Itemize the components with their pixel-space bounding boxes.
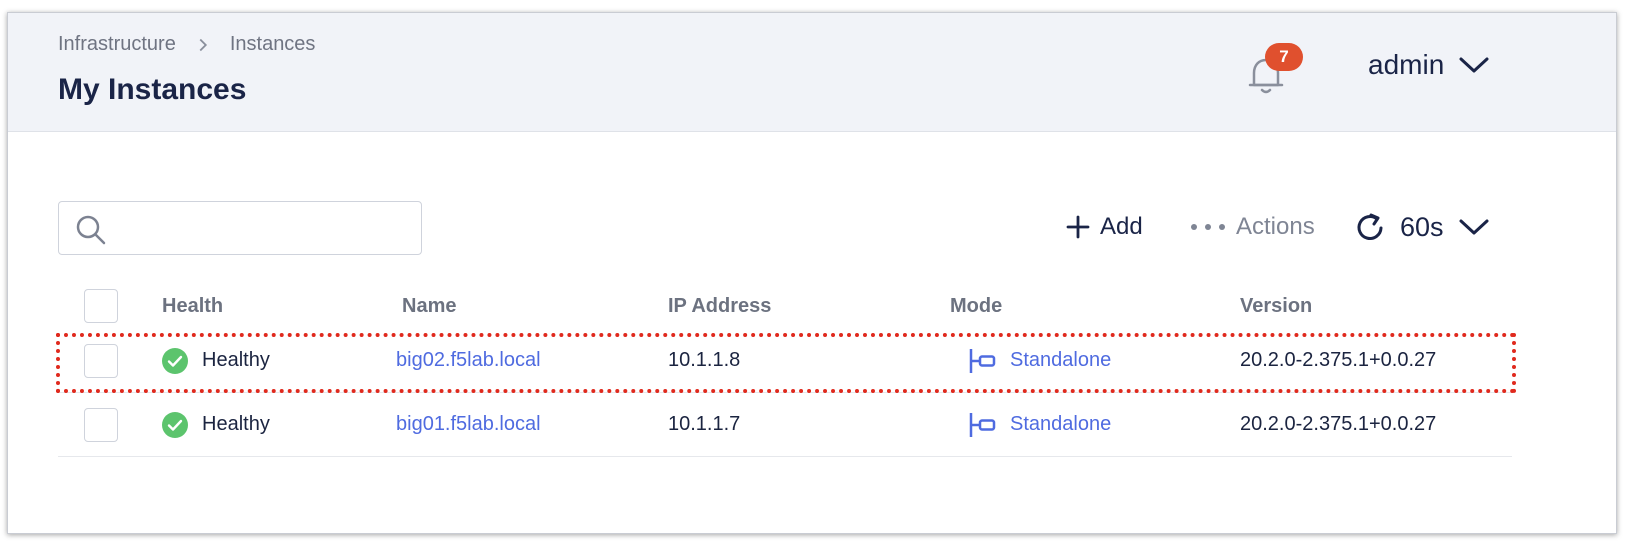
chevron-down-icon	[1459, 219, 1489, 235]
check-circle-icon	[162, 347, 188, 374]
health-status: Healthy	[162, 411, 396, 438]
ip-address: 10.1.1.8	[668, 349, 741, 371]
column-header-mode[interactable]: Mode	[950, 283, 1240, 329]
page-header: Infrastructure Instances My Instances 7 …	[8, 13, 1616, 132]
column-header-health[interactable]: Health	[162, 283, 396, 329]
page-title: My Instances	[58, 73, 247, 106]
instance-name-link[interactable]: big02.f5lab.local	[396, 349, 541, 371]
refresh-interval-value: 60s	[1400, 211, 1444, 242]
table-header-row: Health Name IP Address Mode Version	[58, 283, 1512, 329]
breadcrumb-infrastructure[interactable]: Infrastructure	[58, 33, 176, 56]
column-header-ip[interactable]: IP Address	[668, 283, 950, 329]
search-box[interactable]	[58, 201, 422, 255]
instance-name-link[interactable]: big01.f5lab.local	[396, 413, 541, 435]
health-label: Healthy	[202, 413, 270, 435]
breadcrumb-instances: Instances	[229, 33, 316, 55]
column-header-name[interactable]: Name	[396, 283, 668, 329]
search-icon	[76, 215, 106, 245]
row-checkbox[interactable]	[84, 343, 118, 378]
more-dots-icon	[1191, 224, 1225, 230]
standalone-icon	[969, 412, 996, 437]
breadcrumb: Infrastructure Instances	[58, 33, 315, 56]
actions-button[interactable]: Actions	[1190, 213, 1315, 241]
version: 20.2.0-2.375.1+0.0.27	[1240, 413, 1437, 435]
app-window: Infrastructure Instances My Instances 7 …	[7, 12, 1617, 534]
instances-table: Health Name IP Address Mode Version Heal…	[58, 283, 1512, 457]
add-button[interactable]: Add	[1066, 213, 1143, 241]
notification-badge[interactable]: 7	[1265, 43, 1303, 71]
version: 20.2.0-2.375.1+0.0.27	[1240, 349, 1437, 371]
refresh-icon	[1357, 213, 1383, 240]
user-menu[interactable]: admin	[1368, 49, 1490, 81]
column-header-version[interactable]: Version	[1240, 283, 1512, 329]
table-row[interactable]: Healthy big01.f5lab.local 10.1.1.7 Stand…	[58, 393, 1512, 457]
ip-address: 10.1.1.7	[668, 413, 741, 435]
plus-icon	[1066, 215, 1090, 239]
row-checkbox[interactable]	[84, 407, 118, 442]
health-status: Healthy	[162, 347, 396, 374]
user-name: admin	[1368, 49, 1445, 80]
mode-cell: Standalone	[968, 411, 1240, 439]
search-input[interactable]	[119, 210, 413, 248]
chevron-right-icon	[199, 38, 207, 51]
table-row[interactable]: Healthy big02.f5lab.local 10.1.1.8 Stand…	[58, 329, 1512, 393]
mode-cell: Standalone	[968, 347, 1240, 375]
mode-label: Standalone	[1010, 413, 1112, 435]
check-circle-icon	[162, 411, 188, 438]
add-label: Add	[1100, 213, 1143, 240]
chevron-down-icon	[1459, 57, 1489, 73]
mode-label: Standalone	[1010, 349, 1112, 371]
health-label: Healthy	[202, 349, 270, 371]
select-all-checkbox[interactable]	[84, 289, 118, 323]
standalone-icon	[969, 348, 996, 373]
refresh-interval-select[interactable]: 60s	[1354, 211, 1490, 243]
actions-label: Actions	[1236, 213, 1315, 240]
